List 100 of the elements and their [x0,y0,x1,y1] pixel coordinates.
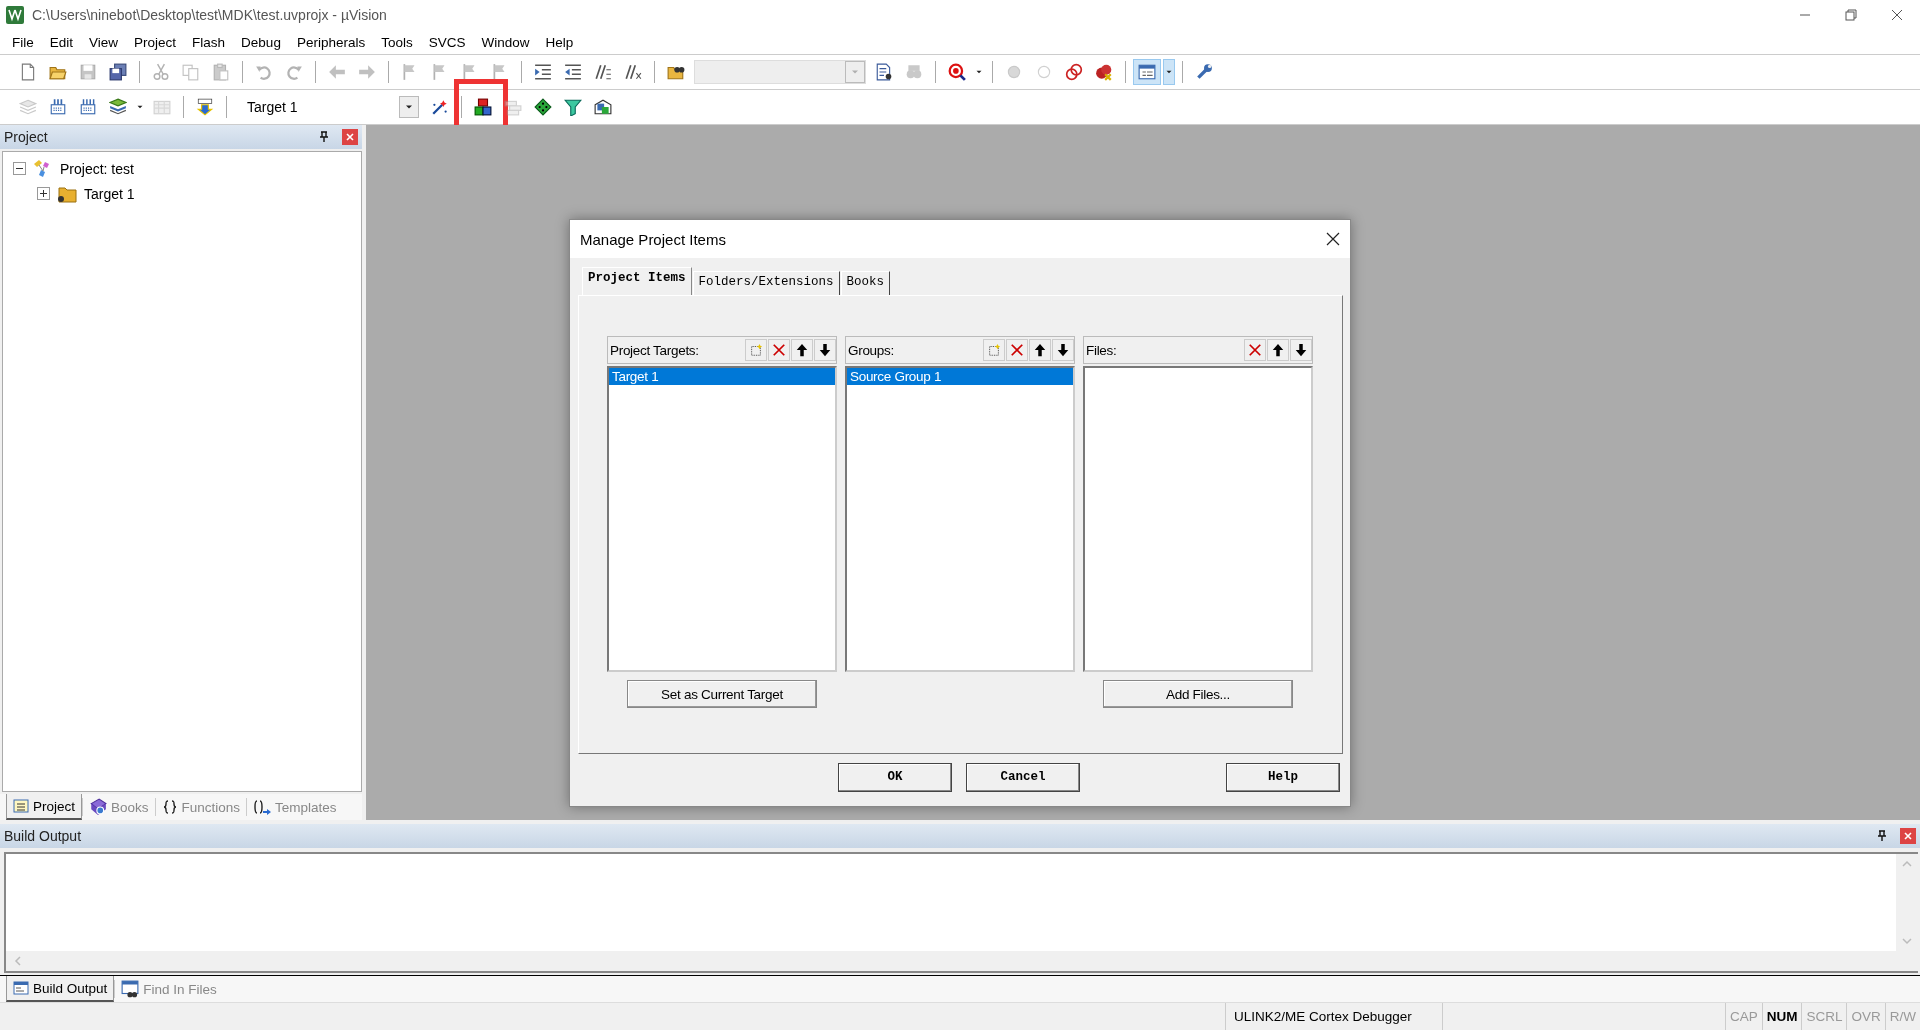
menu-item[interactable]: Project [126,34,185,50]
status-indicator: R/W [1884,1003,1920,1030]
dialog-button[interactable]: Add Files... [1103,680,1293,708]
disks-icon [109,63,127,81]
status-indicator: CAP [1724,1003,1762,1030]
panel-tab[interactable]: Project [6,794,83,820]
panel-tab[interactable]: Build Output [6,976,115,1002]
braces-icon [161,799,178,815]
delete-button[interactable] [1244,339,1266,361]
menu-item[interactable]: Window [473,34,538,50]
arrow-down-button[interactable] [1290,339,1312,361]
list-icon [13,798,29,814]
list-item[interactable]: Source Group 1 [847,368,1073,385]
new-item-icon [987,343,1001,357]
panel-tab[interactable]: Functions [155,795,247,819]
status-indicator: NUM [1761,1003,1802,1030]
status-indicator: SCRL [1801,1003,1847,1030]
arrow-right-icon [358,63,376,81]
dialog-tab[interactable]: Project Items [582,267,692,295]
pin-icon[interactable] [1876,830,1888,842]
layers-icon [19,98,37,116]
collapse-icon[interactable] [13,162,26,175]
arrow-up-button[interactable] [1029,339,1051,361]
status-text: ULINK2/ME Cortex Debugger [1234,1009,1412,1024]
expand-icon[interactable] [37,187,50,200]
menu-item[interactable]: View [81,34,127,50]
build-icon [49,98,67,116]
document-search-icon [875,63,893,81]
list-box[interactable]: Source Group 1 [845,366,1075,672]
app-icon [6,6,24,24]
download-icon [196,98,214,116]
scissors-icon [152,63,170,81]
pin-icon[interactable] [318,131,330,143]
arrow-down-button[interactable] [814,339,836,361]
debug-icon [948,63,966,81]
arrow-up-icon [1033,343,1047,357]
dialog-tab[interactable]: Folders/Extensions [692,271,840,295]
menu-item[interactable]: SVCS [420,34,474,50]
wrench-icon [1195,63,1213,81]
menu-item[interactable]: Peripherals [288,34,374,50]
new-item-button[interactable] [745,339,767,361]
menu-item[interactable]: Flash [184,34,234,50]
redo-icon [285,63,303,81]
window-search-icon [121,980,140,998]
copy-icon [182,63,200,81]
delete-icon [1248,343,1262,357]
book-icon [89,798,108,816]
file-icon [19,63,37,81]
pack-icon [594,98,612,116]
dialog-tab[interactable]: Books [840,271,891,295]
dialog-button[interactable]: OK [838,762,952,792]
rings-icon [1065,63,1083,81]
layers-icon [109,98,127,116]
status-indicator: OVR [1846,1003,1885,1030]
list-label: Files: [1086,342,1118,358]
menu-item[interactable]: Debug [233,34,289,50]
circle-icon [1005,63,1023,81]
diamond-icon [534,98,552,116]
ring-icon [1035,63,1053,81]
tree-item[interactable]: Project: test [60,160,134,177]
menu-item[interactable]: Edit [41,34,82,50]
toolbar-button[interactable] [1133,59,1161,85]
indent-icon [534,63,552,81]
arrow-down-button[interactable] [1052,339,1074,361]
clipboard-icon [212,63,230,81]
uncomment-icon [624,63,642,81]
window-icon [1138,63,1156,81]
target-select[interactable]: Target 1 [238,95,420,119]
arrow-down-icon [1294,343,1308,357]
panel-title: Project [4,129,48,145]
list-label: Project Targets: [610,342,700,358]
comment-icon [594,63,612,81]
list-item[interactable]: Target 1 [609,368,835,385]
list-label: Groups: [848,342,895,358]
tree-item[interactable]: Target 1 [84,185,135,202]
arrow-down-icon [1056,343,1070,357]
arrow-up-button[interactable] [791,339,813,361]
funnel-icon [564,98,582,116]
dialog-button[interactable]: Cancel [966,762,1080,792]
grid-icon [153,98,171,116]
blocks-icon [474,98,492,116]
folder-icon [56,184,78,203]
menu-item[interactable]: Tools [373,34,421,50]
breakpoint-delete-icon [1095,63,1113,81]
menu-item[interactable]: Help [537,34,582,50]
template-icon [253,799,272,815]
arrow-up-button[interactable] [1267,339,1289,361]
dialog-button[interactable]: Help [1226,762,1340,792]
arrow-up-icon [1271,343,1285,357]
window-title: C:\Users\ninebot\Desktop\test\MDK\test.uvprojx - µVision [32,7,388,23]
undo-icon [255,63,273,81]
close-icon[interactable] [1326,232,1340,246]
arrow-left-icon [328,63,346,81]
delete-button[interactable] [768,339,790,361]
panel-title: Build Output [4,828,82,844]
list-box[interactable]: Target 1 [607,366,837,672]
delete-button[interactable] [1006,339,1028,361]
dialog-button[interactable]: Set as Current Target [627,680,817,708]
menu-item[interactable]: File [4,34,42,50]
new-item-button[interactable] [983,339,1005,361]
